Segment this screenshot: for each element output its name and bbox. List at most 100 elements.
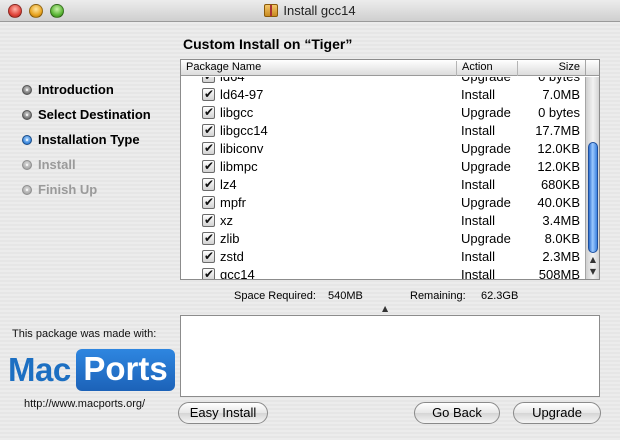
- package-checkbox[interactable]: [202, 247, 215, 265]
- space-required-value: 540MB: [328, 290, 363, 302]
- package-table[interactable]: Package Name Action Size ld64 Upgrade 0 …: [180, 59, 600, 280]
- package-name: ld64-97: [220, 87, 264, 102]
- step-label: Finish Up: [38, 182, 98, 197]
- package-action: Install: [461, 267, 495, 279]
- table-header: Package Name Action Size: [181, 60, 585, 76]
- table-row[interactable]: ld64-97 Install 7.0MB: [181, 85, 585, 104]
- package-checkbox[interactable]: [202, 121, 215, 139]
- table-row[interactable]: ld64 Upgrade 0 bytes: [181, 77, 585, 86]
- package-name: xz: [220, 213, 233, 228]
- window-title-group: Install gcc14: [0, 3, 620, 18]
- package-checkbox[interactable]: [202, 103, 215, 121]
- step-future-bullet-icon: [22, 160, 32, 170]
- made-with-label: This package was made with:: [12, 328, 157, 340]
- package-size: 7.0MB: [542, 87, 580, 102]
- package-action: Upgrade: [461, 195, 511, 210]
- package-size: 0 bytes: [538, 105, 580, 120]
- package-checkbox[interactable]: [202, 157, 215, 175]
- installer-window: Install gcc14 Custom Install on “Tiger” …: [0, 0, 620, 440]
- column-header-size[interactable]: Size: [518, 61, 585, 76]
- description-box: [180, 315, 600, 397]
- table-row[interactable]: gcc14 Install 508MB: [181, 265, 585, 279]
- package-name: ld64: [220, 77, 245, 86]
- go-back-button[interactable]: Go Back: [414, 402, 500, 424]
- package-name: mpfr: [220, 195, 246, 210]
- table-rows: ld64 Upgrade 0 bytes ld64-97 Install 7.0…: [181, 77, 585, 279]
- step-label: Introduction: [38, 82, 114, 97]
- scroll-down-arrow-icon[interactable]: ▼: [586, 265, 599, 278]
- package-checkbox[interactable]: [202, 85, 215, 103]
- table-row[interactable]: libmpc Upgrade 12.0KB: [181, 157, 585, 176]
- easy-install-button[interactable]: Easy Install: [178, 402, 268, 424]
- page-heading: Custom Install on “Tiger”: [183, 36, 353, 52]
- package-name: libiconv: [220, 141, 264, 156]
- package-checkbox[interactable]: [202, 175, 215, 193]
- package-name: zlib: [220, 231, 240, 246]
- package-name: libgcc: [220, 105, 254, 120]
- step-done-bullet-icon: [22, 110, 32, 120]
- package-action: Install: [461, 177, 495, 192]
- package-action: Upgrade: [461, 105, 511, 120]
- package-size: 2.3MB: [542, 249, 580, 264]
- package-action: Install: [461, 123, 495, 138]
- package-checkbox[interactable]: [202, 211, 215, 229]
- title-bar[interactable]: Install gcc14: [0, 0, 620, 22]
- package-size: 12.0KB: [537, 141, 580, 156]
- upgrade-button[interactable]: Upgrade: [513, 402, 601, 424]
- package-size: 0 bytes: [518, 77, 580, 86]
- step-finish-up: Finish Up: [22, 180, 151, 205]
- package-name: libmpc: [220, 159, 258, 174]
- table-row[interactable]: zstd Install 2.3MB: [181, 247, 585, 266]
- package-action: Upgrade: [461, 159, 511, 174]
- remaining-value: 62.3GB: [481, 290, 519, 302]
- package-action: Install: [461, 249, 495, 264]
- step-current-bullet-icon: [22, 135, 32, 145]
- window-title: Install gcc14: [283, 3, 356, 18]
- step-install: Install: [22, 155, 151, 180]
- step-introduction: Introduction: [22, 80, 151, 105]
- package-name: zstd: [220, 249, 244, 264]
- package-name: lz4: [220, 177, 237, 192]
- table-row[interactable]: xz Install 3.4MB: [181, 211, 585, 230]
- step-label: Installation Type: [38, 132, 140, 147]
- package-name: libgcc14: [220, 123, 268, 138]
- column-header-action[interactable]: Action: [457, 61, 518, 76]
- splitter-handle-icon[interactable]: ▲: [382, 304, 388, 313]
- package-size: 12.0KB: [537, 159, 580, 174]
- package-action: Upgrade: [461, 77, 511, 86]
- package-action: Install: [461, 213, 495, 228]
- package-size: 680KB: [540, 177, 580, 192]
- step-select-destination: Select Destination: [22, 105, 151, 130]
- package-name: gcc14: [220, 267, 255, 279]
- scrollbar-thumb[interactable]: [588, 142, 598, 253]
- table-row[interactable]: libiconv Upgrade 12.0KB: [181, 139, 585, 158]
- package-size: 508MB: [538, 267, 580, 279]
- table-row[interactable]: lz4 Install 680KB: [181, 175, 585, 194]
- table-row[interactable]: mpfr Upgrade 40.0KB: [181, 193, 585, 212]
- logo-ports-text: Ports: [76, 349, 175, 391]
- table-row[interactable]: libgcc14 Install 17.7MB: [181, 121, 585, 140]
- remaining-label: Remaining:: [410, 290, 466, 302]
- package-checkbox[interactable]: [202, 265, 215, 279]
- logo-mac-text: Mac: [8, 351, 71, 388]
- step-future-bullet-icon: [22, 185, 32, 195]
- step-label: Select Destination: [38, 107, 151, 122]
- package-size: 3.4MB: [542, 213, 580, 228]
- package-checkbox[interactable]: [202, 193, 215, 211]
- package-size: 8.0KB: [544, 231, 580, 246]
- package-checkbox[interactable]: [202, 229, 215, 247]
- package-action: Upgrade: [461, 141, 511, 156]
- package-checkbox[interactable]: [202, 139, 215, 157]
- package-size: 40.0KB: [537, 195, 580, 210]
- package-icon: [264, 4, 279, 17]
- package-checkbox[interactable]: [202, 77, 215, 85]
- space-required-label: Space Required:: [234, 290, 316, 302]
- package-action: Install: [461, 87, 495, 102]
- table-row[interactable]: zlib Upgrade 8.0KB: [181, 229, 585, 248]
- step-installation-type: Installation Type: [22, 130, 151, 155]
- table-row[interactable]: libgcc Upgrade 0 bytes: [181, 103, 585, 122]
- macports-url: http://www.macports.org/: [24, 398, 146, 410]
- scrollbar-header-corner: [585, 60, 599, 76]
- installer-steps: Introduction Select Destination Installa…: [22, 80, 151, 205]
- column-header-package-name[interactable]: Package Name: [181, 61, 457, 76]
